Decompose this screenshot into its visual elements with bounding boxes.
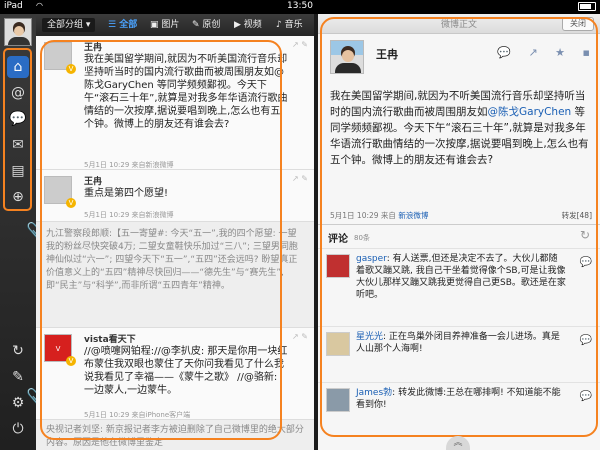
post-actions-icon[interactable]: ↗ ✎ [292,174,308,183]
tab-music[interactable]: ♪ 音乐 [276,18,303,32]
user-avatar[interactable] [4,18,32,46]
picture-icon: ▣ [150,20,159,30]
logout-icon[interactable]: ⏻ [7,418,29,440]
pen-icon: ✎ [192,20,200,30]
group-dropdown[interactable]: 全部分组 ▾ [42,18,96,32]
status-bar: iPad ◠ 13:50 [0,0,600,14]
tab-video[interactable]: ▶ 视频 [234,18,262,32]
refresh-icon[interactable]: ↻ [7,340,29,362]
play-icon: ▶ [234,20,241,30]
annotation-nav-box [3,48,32,211]
tab-all[interactable]: ☰ 全部 [108,18,137,32]
music-icon: ♪ [276,20,282,30]
list-icon: ☰ [108,20,117,30]
post-actions-icon[interactable]: ↗ ✎ [292,40,308,49]
tab-original[interactable]: ✎ 原创 [192,18,220,32]
clock: 13:50 [287,1,313,11]
tab-pictures[interactable]: ▣ 图片 [150,18,179,32]
annotation-detail-box [320,17,598,437]
compose-icon[interactable]: ✎ [7,366,29,388]
battery-icon [578,2,596,11]
top-toolbar: 全部分组 ▾ ☰ 全部 ▣ 图片 ✎ 原创 ▶ 视频 ♪ 音乐 [36,14,314,36]
annotation-timeline-box [40,40,282,440]
post-actions-icon[interactable]: ↗ ✎ [292,332,308,341]
